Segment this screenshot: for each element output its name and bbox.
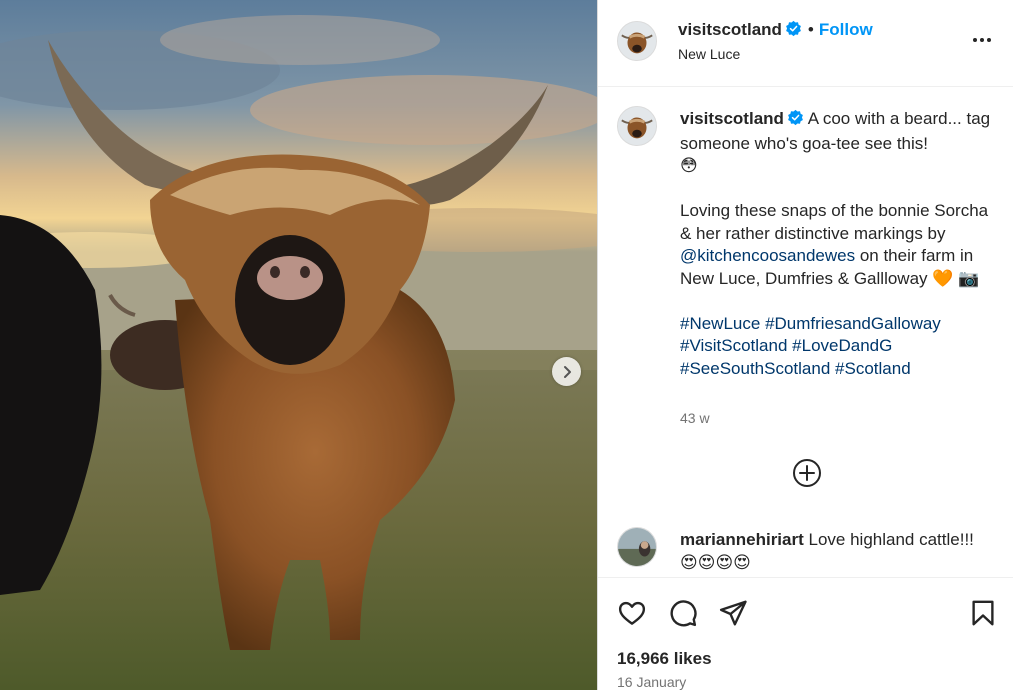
hashtag-link[interactable]: #SeeSouthScotland	[680, 359, 830, 378]
caption-para2-prefix: Loving these snaps of the bonnie Sorcha …	[680, 201, 989, 243]
caption-avatar-image	[618, 107, 656, 145]
verified-badge-icon	[787, 109, 804, 133]
post-header: visitscotland • Follow New Luce	[598, 0, 1013, 87]
hashtag-link[interactable]: #DumfriesandGalloway	[765, 314, 941, 333]
share-button[interactable]	[718, 598, 748, 628]
paper-plane-icon	[719, 600, 747, 626]
like-button[interactable]	[617, 598, 647, 628]
comment-body: Love highland cattle!!!	[808, 530, 974, 549]
more-options-button[interactable]	[970, 28, 994, 52]
post-location[interactable]: New Luce	[678, 46, 740, 62]
verified-badge-icon	[785, 20, 802, 42]
action-bar: 16,966 likes 16 January	[598, 577, 1013, 690]
comment-text: mariannehiriart Love highland cattle!!! …	[680, 529, 1000, 574]
avatar[interactable]	[617, 106, 657, 146]
load-more-comments-button[interactable]	[792, 458, 822, 488]
avatar[interactable]	[617, 21, 657, 61]
hashtag-link[interactable]: #Scotland	[835, 359, 911, 378]
bookmark-icon	[972, 600, 994, 626]
post-date[interactable]: 16 January	[617, 674, 686, 690]
likes-count[interactable]: 16,966 likes	[617, 649, 712, 669]
comment-icon	[670, 600, 697, 627]
hashtag-link[interactable]: #LoveDandG	[792, 336, 892, 355]
hashtag-link[interactable]: #NewLuce	[680, 314, 760, 333]
caption-username[interactable]: visitscotland	[680, 109, 784, 128]
chevron-right-icon	[563, 365, 571, 378]
more-horizontal-icon	[973, 38, 991, 42]
post-caption: visitscotland A coo with a beard... tag …	[680, 108, 1000, 380]
mention-link[interactable]: @kitchencoosandewes	[680, 246, 855, 265]
comment-button[interactable]	[668, 598, 698, 628]
comments-section: visitscotland A coo with a beard... tag …	[598, 88, 1013, 576]
plus-circle-icon	[793, 459, 821, 487]
commenter-avatar-image	[618, 528, 656, 566]
emoji-heart-camera: 🧡 📷	[932, 268, 980, 288]
header-title-row: visitscotland • Follow	[678, 20, 873, 42]
hashtag-link[interactable]: #VisitScotland	[680, 336, 787, 355]
profile-avatar-image	[618, 22, 656, 60]
comment-item: mariannehiriart Love highland cattle!!! …	[598, 524, 1013, 576]
next-photo-button[interactable]	[552, 357, 581, 386]
highland-cow-photo	[0, 0, 597, 690]
caption-time-ago[interactable]: 43 w	[680, 410, 710, 426]
avatar[interactable]	[617, 527, 657, 567]
comment-emojis: 😍😍😍😍	[680, 552, 751, 572]
post-details-panel: visitscotland • Follow New Luce visitscotl…	[597, 0, 1013, 690]
separator-dot: •	[807, 20, 814, 39]
post-photo[interactable]	[0, 0, 597, 690]
commenter-username[interactable]: mariannehiriart	[680, 530, 804, 549]
post-username[interactable]: visitscotland	[678, 20, 782, 39]
heart-icon	[618, 601, 646, 625]
emoji-flushed: 😳	[680, 156, 698, 175]
save-button[interactable]	[968, 598, 998, 628]
follow-button[interactable]: Follow	[819, 20, 873, 39]
